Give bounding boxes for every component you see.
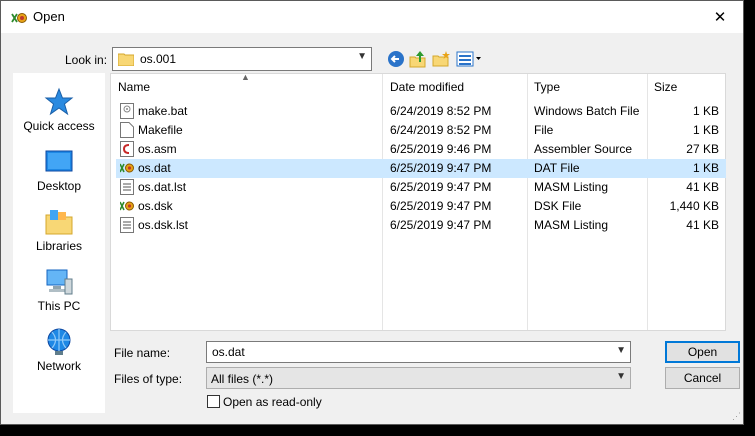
- file-row[interactable]: make.bat 6/24/2019 8:52 PM Windows Batch…: [116, 102, 726, 121]
- file-name: os.dsk: [138, 199, 173, 213]
- file-name: Makefile: [138, 123, 183, 137]
- open-dialog: Open ✕ Look in: os.001 ▼ Quick access De…: [0, 0, 744, 425]
- new-folder-icon[interactable]: [432, 50, 450, 68]
- places-bar: Quick access Desktop Libraries This PC N…: [13, 73, 105, 413]
- file-size: 1,440 KB: [669, 199, 719, 213]
- file-date: 6/25/2019 9:47 PM: [390, 218, 492, 232]
- file-row[interactable]: Makefile 6/24/2019 8:52 PM File 1 KB: [116, 121, 726, 140]
- file-size: 41 KB: [686, 218, 719, 232]
- file-name: os.dat.lst: [138, 180, 187, 194]
- file-size: 1 KB: [692, 123, 719, 137]
- app-icon: [11, 13, 27, 23]
- resize-grip-icon[interactable]: ⋰: [732, 411, 741, 422]
- back-arrow-icon[interactable]: [387, 50, 405, 68]
- lookin-value: os.001: [140, 52, 177, 66]
- place-quick-access[interactable]: Quick access: [13, 83, 105, 141]
- window-title: Open: [33, 9, 65, 24]
- column-header-type[interactable]: Type: [534, 74, 560, 98]
- column-header-size[interactable]: Size: [654, 74, 677, 98]
- lookin-combo[interactable]: os.001 ▼: [112, 47, 372, 71]
- desktop-icon: [45, 150, 73, 172]
- file-type: Windows Batch File: [534, 104, 640, 118]
- place-label: Quick access: [23, 119, 95, 133]
- listing-file-icon: [120, 179, 134, 195]
- filetype-label: Files of type:: [114, 372, 183, 386]
- close-icon: ✕: [713, 9, 727, 26]
- open-button[interactable]: Open: [665, 341, 740, 363]
- view-menu-icon[interactable]: [456, 50, 482, 68]
- file-row[interactable]: os.asm 6/25/2019 9:46 PM Assembler Sourc…: [116, 140, 726, 159]
- filetype-select[interactable]: All files (*.*) ▼: [206, 367, 631, 389]
- place-this-pc[interactable]: This PC: [13, 263, 105, 321]
- filename-combo[interactable]: ▼: [206, 341, 631, 363]
- filename-label: File name:: [114, 346, 171, 360]
- chevron-down-icon: ▼: [357, 51, 367, 62]
- file-size: 27 KB: [686, 142, 719, 156]
- file-size: 1 KB: [692, 161, 719, 175]
- file-size: 1 KB: [692, 104, 719, 118]
- title-bar: Open ✕: [1, 1, 743, 33]
- place-libraries[interactable]: Libraries: [13, 203, 105, 261]
- file-type: DSK File: [534, 199, 582, 213]
- file-list[interactable]: Name ▲ Date modified Type Size make.bat …: [110, 72, 726, 331]
- star-icon: [44, 87, 74, 116]
- column-header-date[interactable]: Date modified: [390, 74, 464, 98]
- chevron-down-icon[interactable]: ▼: [616, 345, 626, 356]
- network-icon: [47, 328, 71, 355]
- place-label: Desktop: [36, 179, 82, 193]
- readonly-label[interactable]: Open as read-only: [223, 395, 322, 409]
- sort-ascending-icon: ▲: [241, 72, 250, 82]
- blank-file-icon: [120, 122, 134, 138]
- file-date: 6/25/2019 9:46 PM: [390, 142, 492, 156]
- dat-file-icon: [120, 163, 134, 173]
- file-row[interactable]: os.dat.lst 6/25/2019 9:47 PM MASM Listin…: [116, 178, 726, 197]
- file-row-selected[interactable]: os.dat 6/25/2019 9:47 PM DAT File 1 KB: [116, 159, 726, 178]
- file-type: MASM Listing: [534, 180, 609, 194]
- file-date: 6/25/2019 9:47 PM: [390, 161, 492, 175]
- file-name: os.dat: [138, 161, 171, 175]
- file-date: 6/24/2019 8:52 PM: [390, 104, 492, 118]
- place-label: Libraries: [35, 239, 83, 253]
- close-button[interactable]: ✕: [697, 1, 743, 33]
- file-type: MASM Listing: [534, 218, 609, 232]
- place-label: This PC: [37, 299, 81, 313]
- filetype-value: All files (*.*): [211, 372, 274, 386]
- dsk-file-icon: [120, 201, 134, 211]
- place-network[interactable]: Network: [13, 323, 105, 381]
- lookin-label: Look in:: [65, 53, 108, 67]
- listing-file-icon: [120, 217, 134, 233]
- folder-icon: [118, 53, 134, 66]
- place-desktop[interactable]: Desktop: [13, 143, 105, 201]
- readonly-checkbox[interactable]: [207, 395, 220, 408]
- libraries-icon: [45, 210, 73, 235]
- asm-file-icon: [120, 141, 134, 157]
- file-size: 41 KB: [686, 180, 719, 194]
- chevron-down-icon: ▼: [616, 371, 626, 382]
- file-type: DAT File: [534, 161, 580, 175]
- up-folder-icon[interactable]: [409, 50, 427, 68]
- file-row[interactable]: os.dsk 6/25/2019 9:47 PM DSK File 1,440 …: [116, 197, 726, 216]
- filename-input[interactable]: [210, 344, 604, 360]
- file-date: 6/24/2019 8:52 PM: [390, 123, 492, 137]
- column-header-name[interactable]: Name: [118, 74, 150, 98]
- file-type: Assembler Source: [534, 142, 633, 156]
- file-row[interactable]: os.dsk.lst 6/25/2019 9:47 PM MASM Listin…: [116, 216, 726, 235]
- computer-icon: [46, 269, 73, 295]
- file-date: 6/25/2019 9:47 PM: [390, 180, 492, 194]
- file-name: os.dsk.lst: [138, 218, 189, 232]
- batch-file-icon: [120, 103, 134, 119]
- file-name: os.asm: [138, 142, 177, 156]
- file-name: make.bat: [138, 104, 188, 118]
- file-type: File: [534, 123, 554, 137]
- file-date: 6/25/2019 9:47 PM: [390, 199, 492, 213]
- cancel-button[interactable]: Cancel: [665, 367, 740, 389]
- place-label: Network: [36, 359, 81, 373]
